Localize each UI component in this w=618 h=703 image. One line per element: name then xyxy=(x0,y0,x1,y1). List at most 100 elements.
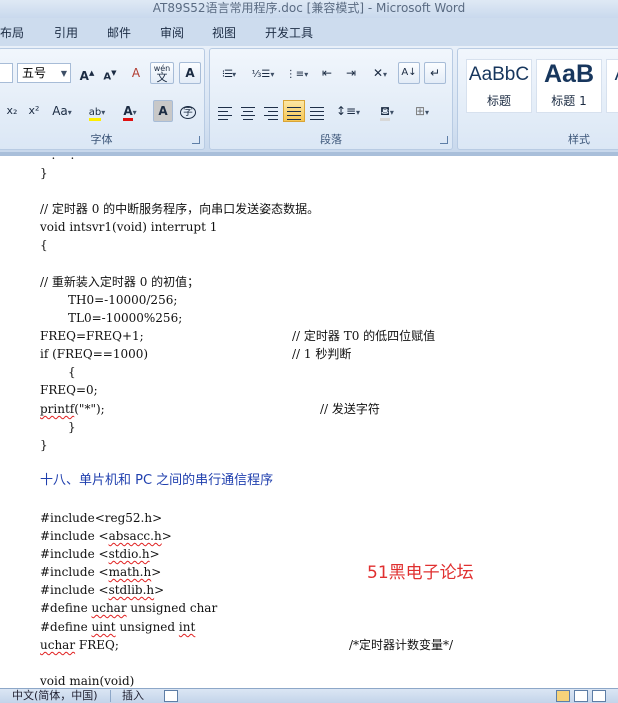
styles-group-label: 样式 xyxy=(568,133,590,146)
forum-watermark: 51黑电子论坛 xyxy=(367,563,474,583)
font-group: 五号 ▼ A▲ A▼ A wén 文 A x₂ x² Aa▾ ab▾ A▾ A … xyxy=(0,48,205,150)
code-text: > xyxy=(161,529,172,543)
character-border-button[interactable]: A xyxy=(179,62,201,84)
show-marks-button[interactable]: ↵ xyxy=(424,62,446,84)
font-size-combo[interactable]: 五号 ▼ xyxy=(17,63,71,83)
font-color-button[interactable]: A▾ xyxy=(115,100,145,122)
spelling-error[interactable]: math.h xyxy=(109,565,152,579)
enclose-characters-button[interactable]: 字 xyxy=(177,100,199,122)
dialog-launcher-icon[interactable] xyxy=(440,136,448,144)
code-line: TL0=-10000%256; xyxy=(68,311,183,325)
line-spacing-button[interactable]: ↕≡▾ xyxy=(333,100,363,122)
superscript-button[interactable]: x² xyxy=(24,100,44,122)
tab-review[interactable]: 审阅 xyxy=(160,18,184,46)
font-size-value: 五号 xyxy=(22,66,47,80)
align-center-icon xyxy=(241,104,255,123)
code-comment: /*定时器计数变量*/ xyxy=(349,638,454,652)
spelling-error[interactable]: stdio.h xyxy=(109,547,150,561)
spelling-error[interactable]: uchar xyxy=(92,601,127,615)
code-comment: // 发送字符 xyxy=(320,402,380,416)
align-left-button[interactable] xyxy=(214,100,236,122)
language-status[interactable]: 中文(简体，中国) xyxy=(12,689,98,703)
styles-group: AaBbC 标题 AaB 标题 1 A 样式 xyxy=(457,48,618,150)
code-line: uchar FREQ; xyxy=(40,636,119,654)
macro-record-icon[interactable] xyxy=(164,690,178,702)
code-line: if (FREQ==1000) xyxy=(40,347,149,361)
paragraph-mark-icon: ↵ xyxy=(429,66,441,80)
spelling-error[interactable]: stdlib.h xyxy=(109,583,155,597)
increase-indent-button[interactable]: ⇥ xyxy=(340,62,362,84)
code-line: TH0=-10000/256; xyxy=(68,293,178,307)
code-line: { xyxy=(68,365,76,379)
style-next[interactable]: A xyxy=(606,59,618,113)
align-right-icon xyxy=(264,104,278,123)
multilevel-list-button[interactable]: ⋮≡▾ xyxy=(282,62,312,84)
numbering-button[interactable]: ⅓☰▾ xyxy=(248,62,278,84)
code-line: { xyxy=(40,238,48,252)
enclose-characters-icon: 字 xyxy=(180,106,196,119)
character-shading-button[interactable]: A xyxy=(153,100,173,122)
subscript-button[interactable]: x₂ xyxy=(2,100,22,122)
tab-layout[interactable]: 布局 xyxy=(0,18,24,46)
document-page[interactable]: . . } // 定时器 0 的中断服务程序，向串口发送姿态数据。 void i… xyxy=(0,156,618,688)
sort-button[interactable]: A↓ xyxy=(398,62,420,84)
phonetic-guide-button[interactable]: wén 文 xyxy=(150,62,174,84)
web-layout-view-icon[interactable] xyxy=(592,690,606,702)
code-text: #include < xyxy=(40,565,109,579)
borders-icon: ⊞ xyxy=(414,104,426,118)
numbered-list-icon: ⅓☰ xyxy=(251,69,271,80)
align-center-button[interactable] xyxy=(237,100,259,122)
font-color-icon: A xyxy=(123,104,133,121)
code-line: #include <absacc.h> xyxy=(40,527,172,545)
code-line: #include<reg52.h> xyxy=(40,511,163,525)
asian-layout-button[interactable]: ✕▾ xyxy=(365,62,395,84)
code-comment: // 定时器 T0 的低四位赋值 xyxy=(292,329,436,343)
dialog-launcher-icon[interactable] xyxy=(192,136,200,144)
grow-font-button[interactable]: A▲ xyxy=(76,62,98,84)
font-name-combo[interactable] xyxy=(0,63,13,83)
shrink-font-icon: A xyxy=(103,71,112,83)
code-text: unsigned char xyxy=(126,601,218,615)
full-screen-view-icon[interactable] xyxy=(574,690,588,702)
change-case-button[interactable]: Aa▾ xyxy=(48,100,76,122)
decrease-indent-button[interactable]: ⇤ xyxy=(316,62,338,84)
style-heading-1[interactable]: AaB 标题 1 xyxy=(536,59,602,113)
paragraph-group-label: 段落 xyxy=(320,133,342,146)
shrink-font-button[interactable]: A▼ xyxy=(99,62,121,84)
line-spacing-icon: ↕≡ xyxy=(335,104,357,118)
bullets-button[interactable]: ⁝☰▾ xyxy=(214,62,244,84)
tab-developer[interactable]: 开发工具 xyxy=(265,18,313,46)
sort-icon: A↓ xyxy=(401,67,417,78)
code-line: FREQ=0; xyxy=(40,383,98,397)
tab-mailings[interactable]: 邮件 xyxy=(107,18,131,46)
spelling-error[interactable]: uchar xyxy=(40,638,75,652)
decrease-indent-icon: ⇤ xyxy=(321,66,333,80)
borders-button[interactable]: ⊞▾ xyxy=(406,100,438,122)
code-line: #define uint unsigned int xyxy=(40,618,195,636)
status-divider xyxy=(110,690,111,702)
align-right-button[interactable] xyxy=(260,100,282,122)
code-line: . . xyxy=(40,156,74,164)
code-line: #define uchar unsigned char xyxy=(40,599,217,617)
style-sample: AaBbC xyxy=(468,64,530,85)
code-text: ("*"); xyxy=(74,402,105,416)
tab-view[interactable]: 视图 xyxy=(212,18,236,46)
style-heading[interactable]: AaBbC 标题 xyxy=(466,59,532,113)
spelling-error[interactable]: uint xyxy=(92,620,116,634)
code-comment: // 定时器 0 的中断服务程序，向串口发送姿态数据。 xyxy=(40,202,320,216)
superscript-icon: x² xyxy=(28,104,40,117)
justify-button[interactable] xyxy=(283,100,305,122)
highlighter-icon: ab xyxy=(88,107,102,121)
status-bar: 中文(简体，中国) 插入 xyxy=(0,688,618,703)
shading-button[interactable]: ⛾▾ xyxy=(371,100,403,122)
spelling-error[interactable]: int xyxy=(179,620,195,634)
tab-references[interactable]: 引用 xyxy=(54,18,78,46)
clear-formatting-button[interactable]: A xyxy=(125,62,147,84)
insert-mode-status[interactable]: 插入 xyxy=(122,689,144,703)
spelling-error[interactable]: absacc.h xyxy=(109,529,162,543)
print-layout-view-icon[interactable] xyxy=(556,690,570,702)
spelling-error[interactable]: printf xyxy=(40,402,74,416)
distributed-button[interactable] xyxy=(306,100,328,122)
highlight-button[interactable]: ab▾ xyxy=(82,100,112,122)
font-group-label: 字体 xyxy=(90,133,113,146)
